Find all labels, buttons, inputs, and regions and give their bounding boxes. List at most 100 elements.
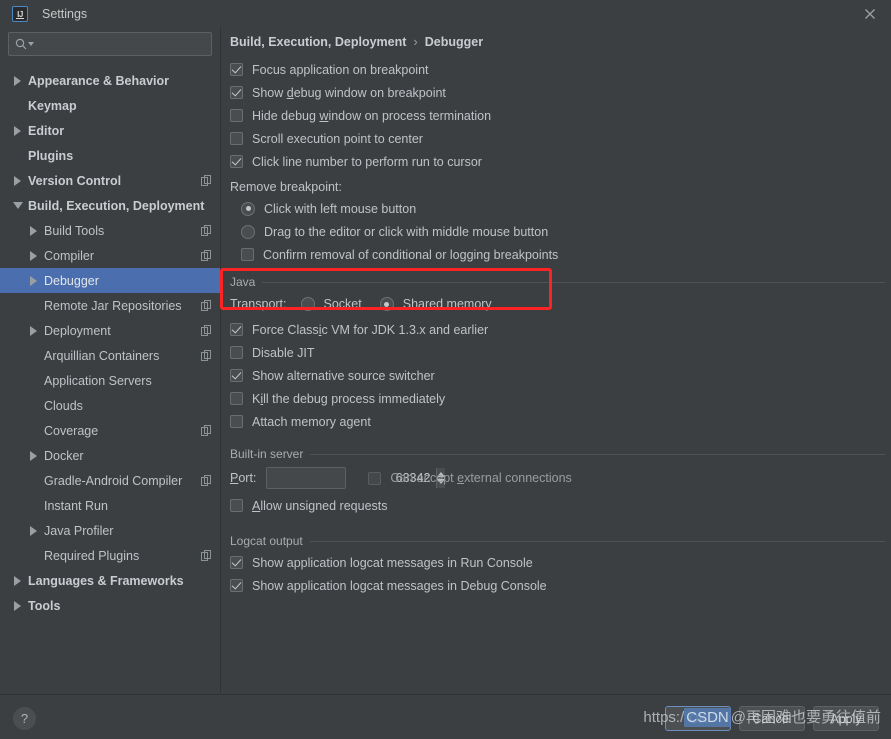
search-input[interactable] — [39, 37, 205, 51]
sidebar-item-deployment[interactable]: Deployment — [0, 318, 220, 343]
debugger-settings-body: Focus application on breakpoint Show debu… — [220, 58, 885, 597]
close-icon[interactable] — [859, 4, 881, 24]
copy-icon[interactable] — [201, 175, 212, 186]
general-option-1-row[interactable]: Show debug window on breakpoint — [230, 81, 885, 104]
sidebar-item-remote-jar-repositories[interactable]: Remote Jar Repositories — [0, 293, 220, 318]
sidebar-item-java-profiler[interactable]: Java Profiler — [0, 518, 220, 543]
help-icon[interactable]: ? — [13, 707, 36, 730]
general-option-3-checkbox[interactable] — [230, 132, 243, 145]
java-option-0-checkbox[interactable] — [230, 323, 243, 336]
allow-unsigned-row[interactable]: Allow unsigned requests — [230, 494, 885, 517]
java-option-3-row[interactable]: Kill the debug process immediately — [230, 387, 885, 410]
title-bar: Settings — [0, 0, 891, 28]
sidebar-item-gradle-android-compiler[interactable]: Gradle-Android Compiler — [0, 468, 220, 493]
cancel-button[interactable]: Cancel — [739, 706, 805, 731]
sidebar-item-build-execution-deployment[interactable]: Build, Execution, Deployment — [0, 193, 220, 218]
chevron-right-icon[interactable] — [28, 325, 39, 336]
general-option-3-row[interactable]: Scroll execution point to center — [230, 127, 885, 150]
java-option-1-row[interactable]: Disable JIT — [230, 341, 885, 364]
sidebar-item-debugger[interactable]: Debugger — [0, 268, 220, 293]
sidebar-item-label: Version Control — [28, 173, 122, 188]
logcat-option-0-row[interactable]: Show application logcat messages in Run … — [230, 551, 885, 574]
general-option-1-checkbox[interactable] — [230, 86, 243, 99]
copy-icon[interactable] — [201, 250, 212, 261]
copy-icon[interactable] — [201, 475, 212, 486]
sidebar-item-appearance-behavior[interactable]: Appearance & Behavior — [0, 68, 220, 93]
sidebar-item-coverage[interactable]: Coverage — [0, 418, 220, 443]
chevron-right-icon[interactable] — [12, 575, 23, 586]
breadcrumb-root[interactable]: Build, Execution, Deployment — [230, 35, 406, 49]
sidebar-item-editor[interactable]: Editor — [0, 118, 220, 143]
remove-breakpoint-label: Remove breakpoint: — [230, 179, 342, 194]
remove-breakpoint-option-0-row[interactable]: Click with left mouse button — [230, 197, 885, 220]
sidebar-item-instant-run[interactable]: Instant Run — [0, 493, 220, 518]
remove-breakpoint-radio-1[interactable] — [241, 224, 255, 239]
sidebar-item-build-tools[interactable]: Build Tools — [0, 218, 220, 243]
sidebar-item-languages-frameworks[interactable]: Languages & Frameworks — [0, 568, 220, 593]
sidebar-item-arquillian-containers[interactable]: Arquillian Containers — [0, 343, 220, 368]
remove-breakpoint-radio-0[interactable] — [241, 201, 255, 216]
copy-icon[interactable] — [201, 550, 212, 561]
java-option-2-row[interactable]: Show alternative source switcher — [230, 364, 885, 387]
logcat-option-0-checkbox[interactable] — [230, 556, 243, 569]
copy-icon[interactable] — [201, 350, 212, 361]
confirm-removal-checkbox-row[interactable]: Confirm removal of conditional or loggin… — [230, 243, 885, 266]
chevron-down-icon[interactable] — [12, 200, 23, 211]
sidebar-item-clouds[interactable]: Clouds — [0, 393, 220, 418]
general-option-4-row[interactable]: Click line number to perform run to curs… — [230, 150, 885, 173]
confirm-removal-checkbox[interactable] — [241, 248, 254, 261]
copy-icon[interactable] — [201, 325, 212, 336]
general-option-4-checkbox[interactable] — [230, 155, 243, 168]
sidebar-item-compiler[interactable]: Compiler — [0, 243, 220, 268]
search-box[interactable] — [8, 32, 212, 56]
sidebar-item-required-plugins[interactable]: Required Plugins — [0, 543, 220, 568]
transport-option-0[interactable]: Socket — [300, 297, 362, 311]
transport-radio-0[interactable] — [300, 297, 315, 311]
copy-icon[interactable] — [201, 425, 212, 436]
sidebar-item-application-servers[interactable]: Application Servers — [0, 368, 220, 393]
chevron-right-icon[interactable] — [12, 125, 23, 136]
logcat-option-1-checkbox[interactable] — [230, 579, 243, 592]
general-option-2-checkbox[interactable] — [230, 109, 243, 122]
search-icon — [15, 38, 27, 50]
chevron-right-icon[interactable] — [12, 175, 23, 186]
java-option-2-checkbox[interactable] — [230, 369, 243, 382]
chevron-right-icon[interactable] — [28, 525, 39, 536]
ok-button[interactable]: OK — [665, 706, 731, 731]
allow-unsigned-requests-checkbox[interactable] — [230, 499, 243, 512]
copy-icon[interactable] — [201, 300, 212, 311]
remove-breakpoint-radio-0-label: Click with left mouse button — [264, 201, 417, 216]
sidebar-item-plugins[interactable]: Plugins — [0, 143, 220, 168]
java-option-3-checkbox[interactable] — [230, 392, 243, 405]
general-option-2-row[interactable]: Hide debug window on process termination — [230, 104, 885, 127]
apply-button[interactable]: Apply — [813, 706, 879, 731]
java-option-4-row[interactable]: Attach memory agent — [230, 410, 885, 433]
port-spinner[interactable] — [266, 467, 446, 489]
general-options-group: Focus application on breakpoint Show debu… — [230, 58, 885, 173]
search-options-chevron-down-icon[interactable] — [28, 42, 34, 46]
sidebar-item-version-control[interactable]: Version Control — [0, 168, 220, 193]
general-option-0-checkbox[interactable] — [230, 63, 243, 76]
chevron-right-icon[interactable] — [28, 450, 39, 461]
general-option-0-row[interactable]: Focus application on breakpoint — [230, 58, 885, 81]
chevron-right-icon[interactable] — [12, 75, 23, 86]
java-option-4-checkbox[interactable] — [230, 415, 243, 428]
can-accept-external-connections-checkbox[interactable] — [368, 471, 382, 485]
remove-breakpoint-option-1-row[interactable]: Drag to the editor or click with middle … — [230, 220, 885, 243]
sidebar-item-docker[interactable]: Docker — [0, 443, 220, 468]
transport-option-1[interactable]: Shared memory — [379, 297, 492, 311]
logcat-option-1-row[interactable]: Show application logcat messages in Debu… — [230, 574, 885, 597]
external-connections-row[interactable]: Can accept external connections — [368, 471, 572, 485]
ext-label-pre: Can accept — [390, 471, 458, 485]
chevron-right-icon[interactable] — [28, 250, 39, 261]
java-option-1-checkbox[interactable] — [230, 346, 243, 359]
sidebar-item-tools[interactable]: Tools — [0, 593, 220, 618]
chevron-right-icon[interactable] — [12, 600, 23, 611]
sidebar-item-label: Debugger — [44, 273, 99, 288]
transport-radio-1[interactable] — [379, 297, 394, 311]
copy-icon[interactable] — [201, 225, 212, 236]
java-option-0-row[interactable]: Force Classic VM for JDK 1.3.x and earli… — [230, 318, 885, 341]
sidebar-item-keymap[interactable]: Keymap — [0, 93, 220, 118]
chevron-right-icon[interactable] — [28, 225, 39, 236]
chevron-right-icon[interactable] — [28, 275, 39, 286]
